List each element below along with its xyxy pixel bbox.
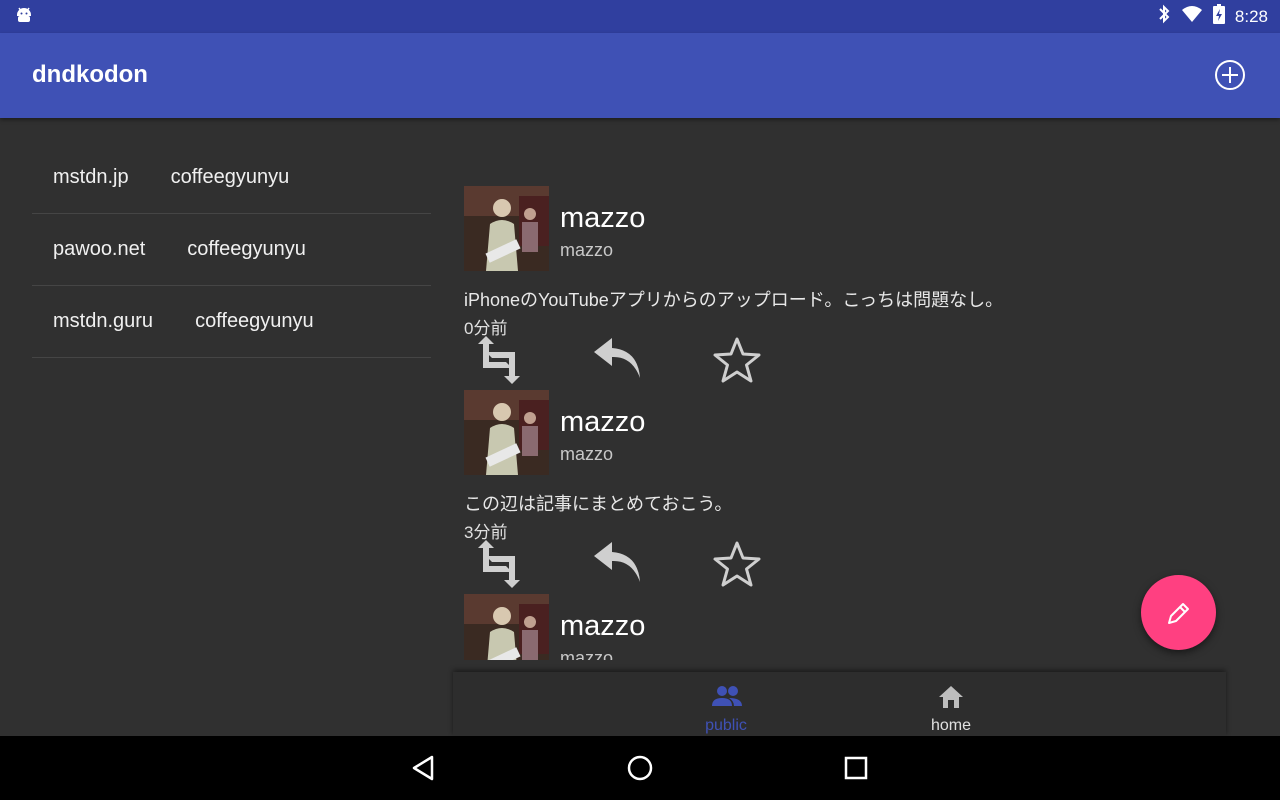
display-name: mazzo (560, 610, 646, 642)
account-username: coffeegyunyu (187, 238, 306, 260)
account-instance: mstdn.jp (53, 166, 129, 188)
nav-public[interactable]: public (656, 672, 796, 736)
bluetooth-icon (1157, 4, 1171, 29)
account-item[interactable]: pawoo.net coffeegyunyu (32, 214, 431, 286)
favourite-star-icon[interactable] (712, 540, 768, 588)
app-bar: dndkodon (0, 33, 1280, 118)
wifi-icon (1181, 5, 1203, 28)
account-username: coffeegyunyu (170, 166, 290, 188)
content-area: mstdn.jp coffeegyunyu pawoo.net coffeegy… (0, 118, 1280, 736)
compose-button[interactable] (1141, 575, 1216, 650)
display-name: mazzo (560, 406, 646, 438)
status-bar: 8:28 (0, 0, 1280, 33)
boost-icon[interactable] (472, 336, 528, 384)
toot-item: mazzo mazzo この辺は記事にまとめておこう。 3分前 (464, 390, 1164, 594)
bottom-navigation: public home (453, 672, 1226, 736)
avatar[interactable] (464, 186, 549, 271)
nav-home[interactable]: home (881, 672, 1021, 736)
toot-actions (464, 336, 864, 386)
account-instance: pawoo.net (53, 238, 146, 260)
system-nav-bar (0, 736, 1280, 800)
battery-charging-icon (1212, 4, 1225, 29)
android-icon (15, 6, 33, 31)
timeline[interactable]: mazzo mazzo iPhoneのYouTubeアプリからのアップロード。こ… (464, 186, 1164, 660)
toot-content: この辺は記事にまとめておこう。 (464, 494, 733, 514)
add-circle-icon[interactable] (1214, 59, 1246, 91)
account-instance: mstdn.guru (53, 310, 154, 332)
favourite-star-icon[interactable] (712, 336, 768, 384)
username: mazzo (560, 240, 614, 260)
reply-icon[interactable] (592, 336, 648, 384)
back-icon[interactable] (408, 752, 440, 784)
account-item[interactable]: mstdn.guru coffeegyunyu (32, 286, 431, 358)
toot-item: mazzo mazzo iPhoneのYouTubeアプリからのアップロード。こ… (464, 186, 1164, 390)
avatar[interactable] (464, 390, 549, 475)
avatar[interactable] (464, 594, 549, 660)
home-button-icon[interactable] (624, 752, 656, 784)
pencil-icon (1168, 603, 1189, 624)
boost-icon[interactable] (472, 540, 528, 588)
account-item[interactable]: mstdn.jp coffeegyunyu (32, 142, 431, 214)
display-name: mazzo (560, 202, 646, 234)
username: mazzo (560, 648, 614, 660)
app-title: dndkodon (32, 61, 148, 88)
home-icon (939, 686, 963, 708)
username: mazzo (560, 444, 614, 464)
account-username: coffeegyunyu (195, 310, 314, 332)
toot-content: iPhoneのYouTubeアプリからのアップロード。こっちは問題なし。 (464, 290, 1004, 310)
recents-icon[interactable] (840, 752, 872, 784)
account-list: mstdn.jp coffeegyunyu pawoo.net coffeegy… (32, 142, 431, 358)
people-icon (712, 686, 742, 706)
nav-label: public (705, 717, 747, 734)
toot-actions (464, 540, 864, 590)
toot-item: mazzo mazzo (464, 594, 1164, 660)
nav-label: home (930, 717, 972, 734)
clock: 8:28 (1234, 6, 1268, 26)
reply-icon[interactable] (592, 540, 648, 588)
